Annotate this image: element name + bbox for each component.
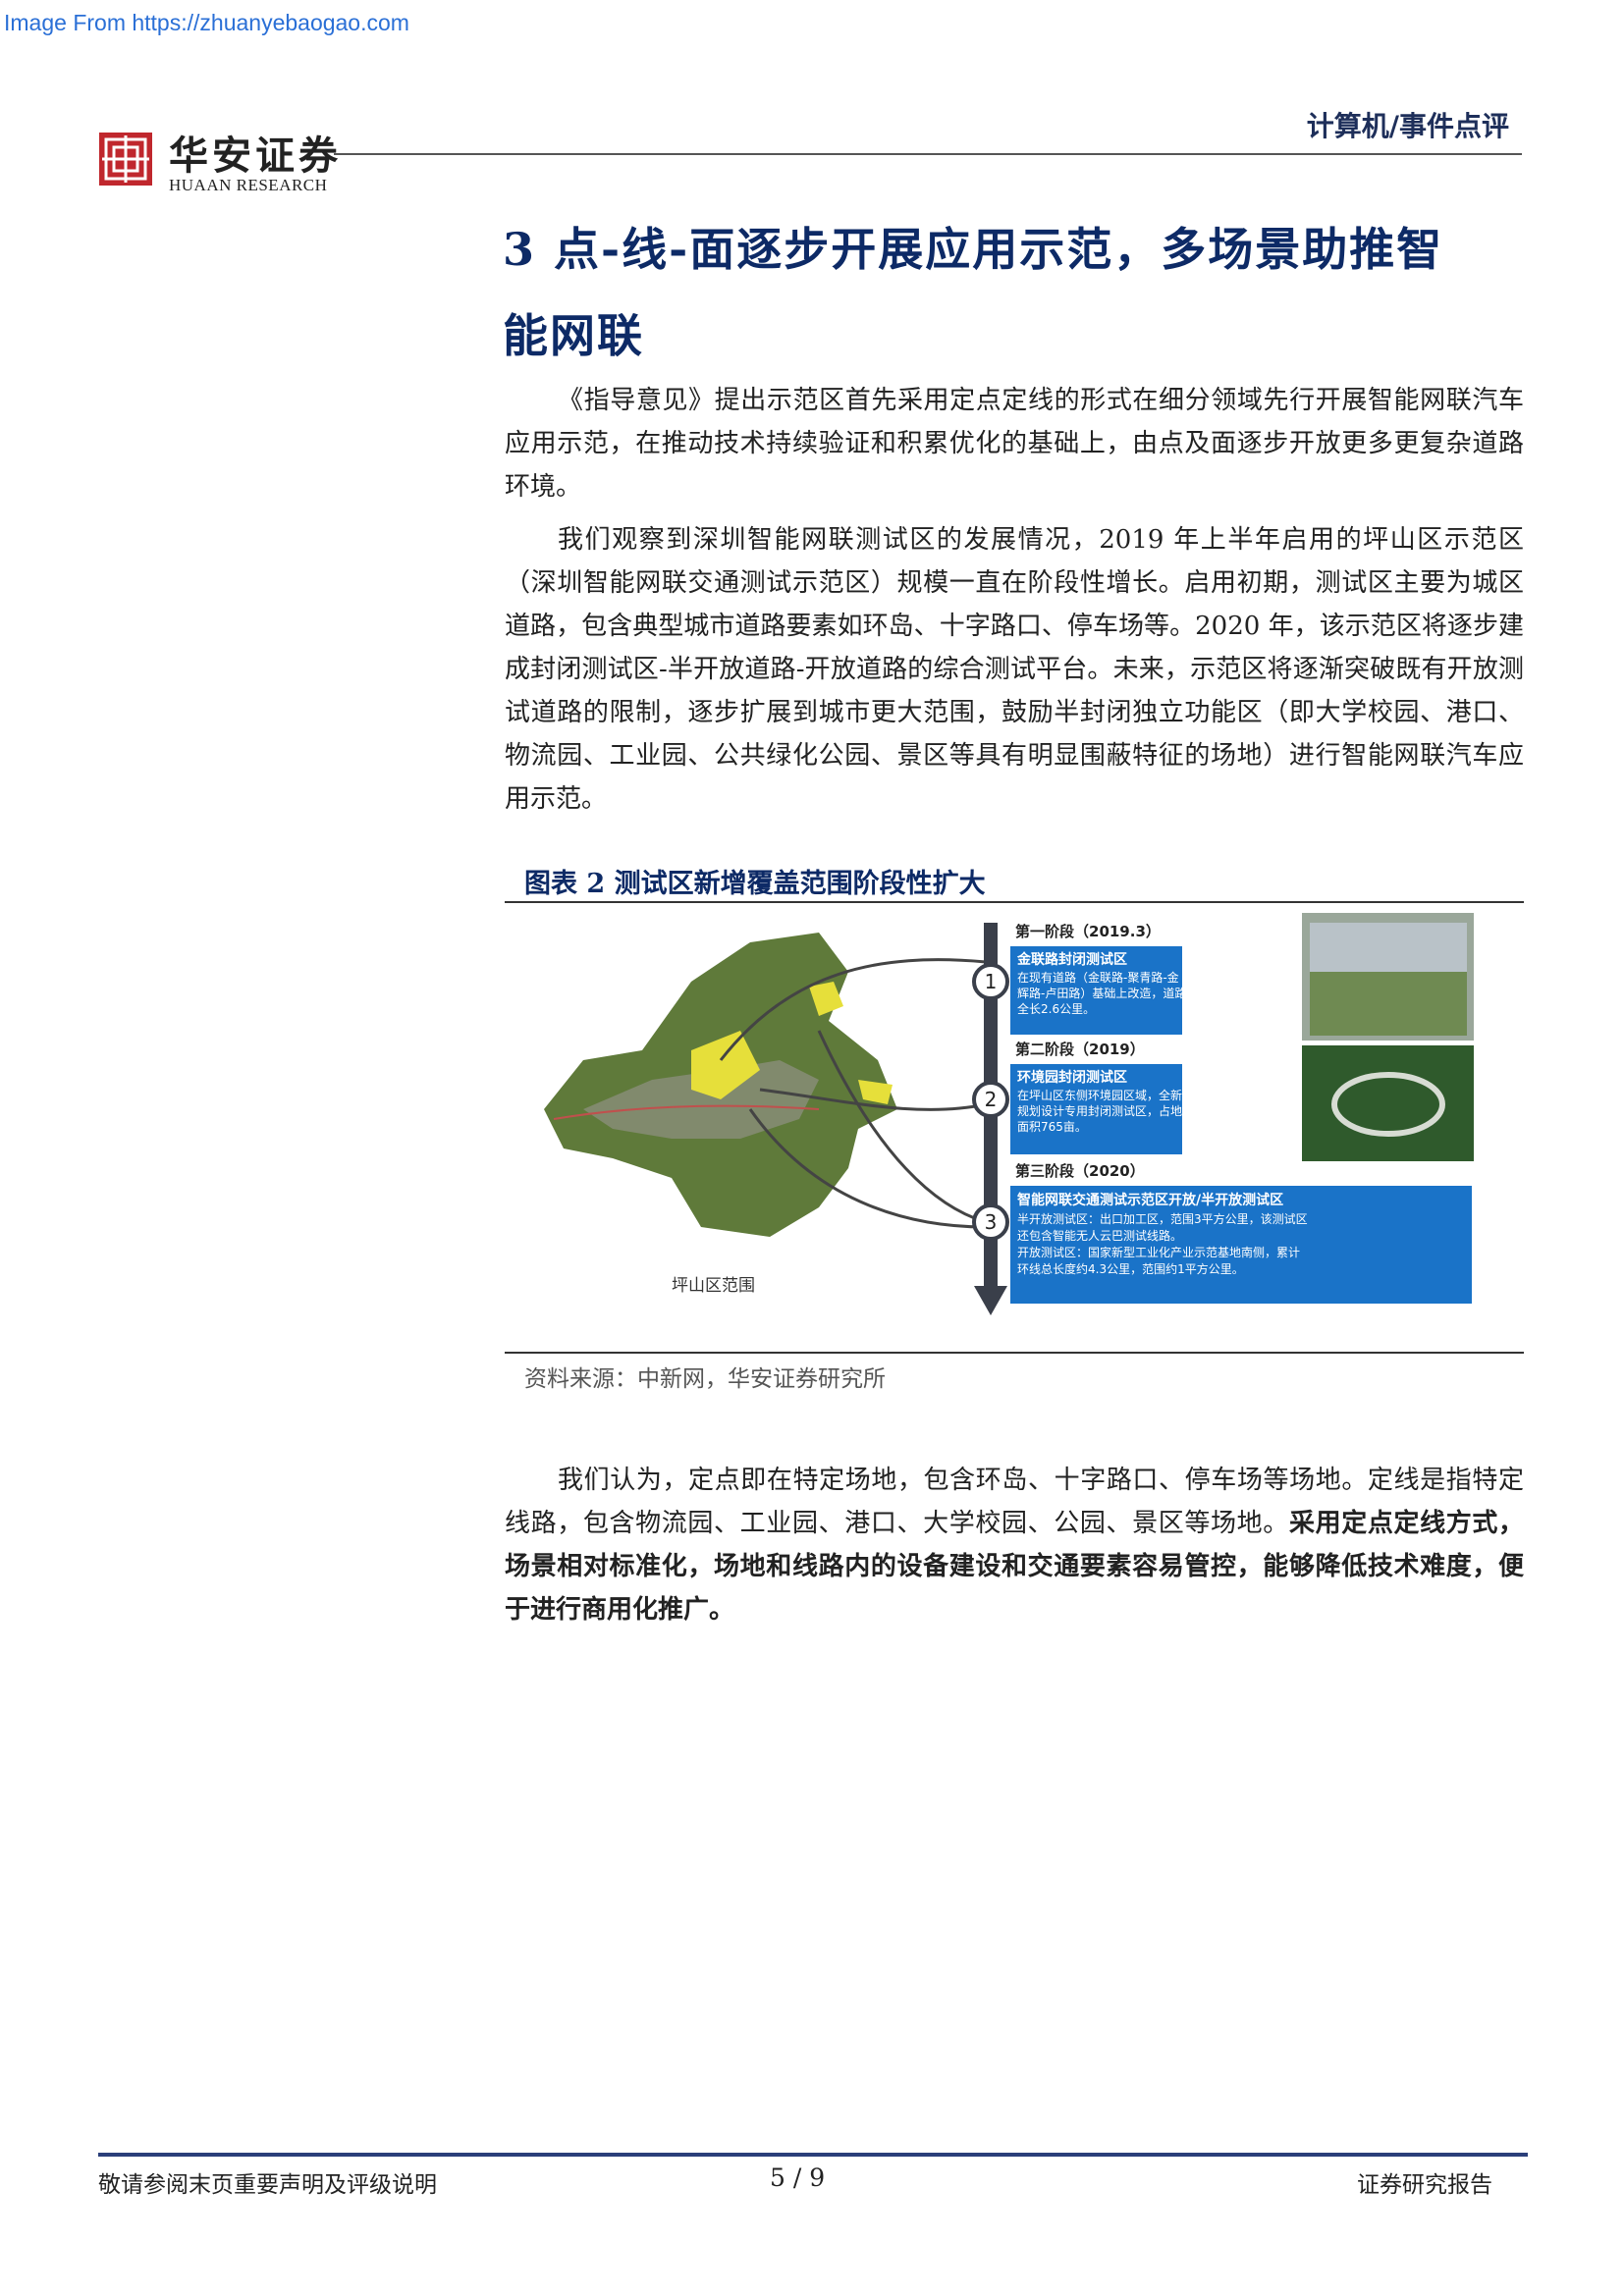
stage-3-box-title: 智能网联交通测试示范区开放/半开放测试区 — [1016, 1192, 1283, 1208]
stage-3-line-2: 还包含智能无人云巴测试线路。 — [1017, 1228, 1182, 1243]
footer-report-type: 证券研究报告 — [1357, 2172, 1492, 2198]
stage-1-photo-ground — [1310, 972, 1467, 1036]
map-label: 坪山区范围 — [672, 1276, 755, 1296]
paragraph-2: 我们观察到深圳智能网联测试区的发展情况，2019 年上半年启用的坪山区示范区（深… — [505, 525, 1524, 814]
watermark-text: Image From https://zhuanyebaogao.com — [4, 10, 409, 35]
stage-3-line-1: 半开放测试区：出口加工区，范围3平方公里，该测试区 — [1017, 1211, 1308, 1226]
logo-chinese-name: 华安证券 — [169, 133, 342, 179]
stage-3-marker: 3 — [972, 1203, 1009, 1241]
stage-1-photo-sky — [1310, 923, 1467, 972]
section-title-line2: 能网联 — [503, 309, 644, 362]
stage-1-box-title: 金联路封闭测试区 — [1016, 951, 1127, 968]
pingshan-map: 坪山区范围 — [544, 933, 987, 1296]
stage-2-number: 2 — [985, 1088, 998, 1111]
figure-bottom-rule — [505, 1352, 1524, 1354]
stage-2-line-3: 面积765亩。 — [1017, 1119, 1087, 1134]
stage-2-marker: 2 — [972, 1081, 1009, 1118]
logo-english-name: HUAAN RESEARCH — [169, 176, 328, 194]
stage-1-line-2: 辉路-卢田路）基础上改造，道路 — [1017, 986, 1186, 1000]
figure-top-rule — [505, 901, 1524, 903]
section-title-line1: 3 点-线-面逐步开展应用示范，多场景助推智 — [503, 223, 1444, 276]
paragraph-1: 《指导意见》提出示范区首先采用定点定线的形式在细分领域先行开展智能网联汽车应用示… — [505, 386, 1524, 502]
stage-2-photo — [1302, 1045, 1474, 1161]
stage-1-number: 1 — [985, 970, 998, 993]
stage-2-line-1: 在坪山区东侧环境园区域，全新 — [1017, 1088, 1182, 1102]
page-number: 5 / 9 — [770, 2163, 826, 2192]
stage-3-number: 3 — [985, 1210, 998, 1234]
footer-disclaimer: 敬请参阅末页重要声明及评级说明 — [98, 2172, 437, 2198]
stage-1-line-1: 在现有道路（金联路-聚青路-金 — [1017, 970, 1179, 985]
stage-1-header: 第一阶段（2019.3） — [1015, 923, 1161, 940]
figure-source: 资料来源：中新网，华安证券研究所 — [524, 1366, 886, 1392]
stage-1-line-3: 全长2.6公里。 — [1017, 1001, 1095, 1016]
stage-2-box-title: 环境园封闭测试区 — [1017, 1069, 1127, 1086]
header-divider — [334, 153, 1522, 155]
report-category: 计算机/事件点评 — [1306, 110, 1509, 142]
stage-3-header: 第三阶段（2020） — [1015, 1162, 1145, 1180]
paragraph-3: 我们认为，定点即在特定场地，包含环岛、十字路口、停车场等场地。定线是指特定线路，… — [505, 1459, 1524, 1631]
stage-3-line-3: 开放测试区：国家新型工业化产业示范基地南侧，累计 — [1017, 1245, 1300, 1259]
figure-title: 图表 2 测试区新增覆盖范围阶段性扩大 — [524, 869, 986, 899]
section-title: 3 点-线-面逐步开展应用示范，多场景助推智 能网联 — [503, 206, 1524, 379]
footer-divider — [98, 2153, 1528, 2157]
stage-1-marker: 1 — [972, 963, 1009, 1000]
stage-3-line-4: 环线总长度约4.3公里，范围约1平方公里。 — [1017, 1261, 1244, 1276]
huaan-logo-icon — [99, 133, 152, 186]
figure-image: 坪山区范围 1 2 3 第一阶段（2019.3） 金联路封闭测试区 在现有道路（… — [544, 913, 1474, 1315]
timeline-arrow-head — [974, 1286, 1007, 1315]
stage-2-line-2: 规划设计专用封闭测试区，占地 — [1017, 1103, 1182, 1118]
stage-2-header: 第二阶段（2019） — [1015, 1041, 1145, 1058]
